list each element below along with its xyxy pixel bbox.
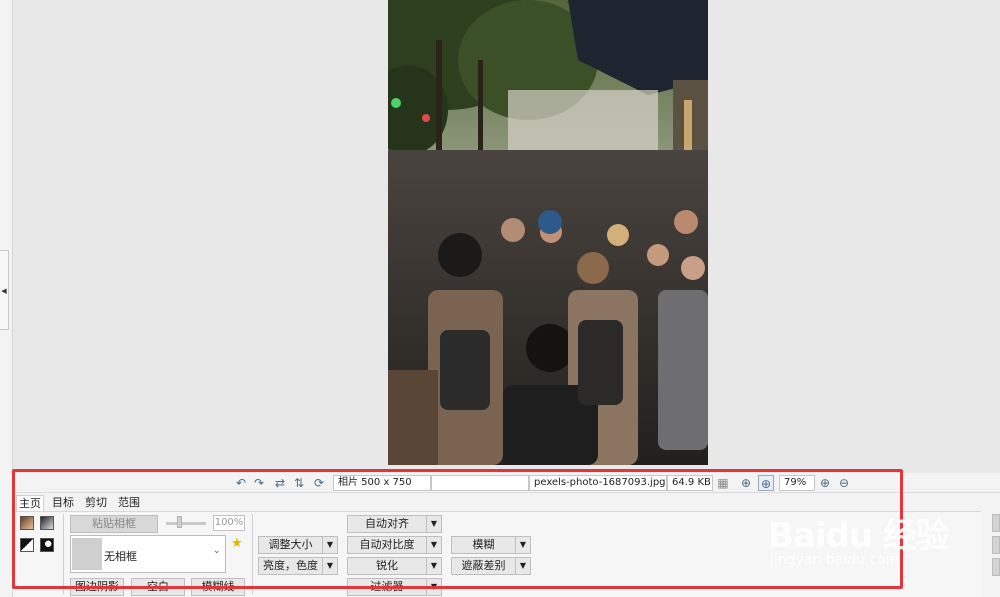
collapse-panel-button[interactable]: ◀: [0, 250, 9, 330]
photo-preview: [388, 0, 708, 465]
right-stub-button[interactable]: [992, 536, 1000, 554]
watermark-brand: Baidu 经验: [768, 516, 950, 556]
watermark-url: jingyan.baidu.com: [770, 552, 900, 568]
right-stub-button[interactable]: [992, 514, 1000, 532]
right-stub-button[interactable]: [992, 558, 1000, 576]
crowd-photo-image: [388, 0, 708, 465]
